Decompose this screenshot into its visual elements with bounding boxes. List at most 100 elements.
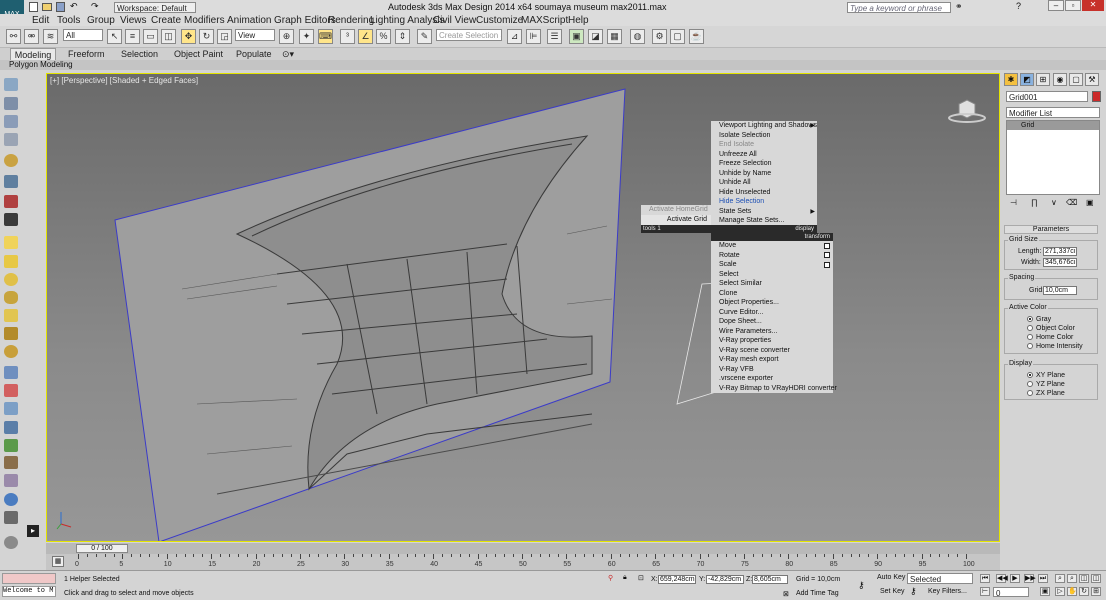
menu-item-unhide-by-name[interactable]: Unhide by Name xyxy=(711,168,817,178)
menu-edit[interactable]: Edit xyxy=(32,15,49,26)
stack-item-grid[interactable]: Grid xyxy=(1007,121,1099,130)
motion-tab-icon[interactable]: ◉ xyxy=(1053,73,1067,86)
radio-object-color[interactable]: Object Color xyxy=(1027,325,1075,333)
cone-icon[interactable] xyxy=(4,309,18,322)
align-icon[interactable]: ⊫ xyxy=(526,29,541,44)
mini-curve-editor-icon[interactable]: ▦ xyxy=(52,556,64,567)
render-sphere-icon[interactable] xyxy=(4,493,18,506)
orbit-icon[interactable]: ↻ xyxy=(1079,587,1089,596)
pan-icon[interactable]: ✋ xyxy=(1067,587,1077,596)
menu-item-unhide-all[interactable]: Unhide All xyxy=(711,178,817,188)
taper-icon[interactable] xyxy=(4,402,18,415)
snaps-toggle-icon[interactable]: ³ xyxy=(340,29,355,44)
make-unique-icon[interactable]: ∨ xyxy=(1051,198,1057,207)
menu-modifiers[interactable]: Modifiers xyxy=(184,15,225,26)
menu-item-select-similar[interactable]: Select Similar xyxy=(711,279,833,289)
maxscript-input[interactable]: Welcome to M xyxy=(2,586,56,597)
menu-item-activate-homegrid[interactable]: Activate HomeGrid xyxy=(641,205,711,215)
pivot-center-icon[interactable]: ⊕ xyxy=(279,29,294,44)
select-by-name-icon[interactable]: ≡ xyxy=(125,29,140,44)
maximize-viewport-icon[interactable]: ⊞ xyxy=(1091,587,1101,596)
cameras-icon[interactable] xyxy=(4,195,18,208)
y-coord-field[interactable]: -42,829cm xyxy=(706,575,744,584)
menu-help[interactable]: Help xyxy=(568,15,589,26)
tab-freeform[interactable]: Freeform xyxy=(68,48,105,60)
menu-item-wire-parameters[interactable]: Wire Parameters... xyxy=(711,326,833,336)
z-coord-field[interactable]: 8,605cm xyxy=(752,575,788,584)
select-scale-icon[interactable]: ◲ xyxy=(217,29,232,44)
select-rotate-icon[interactable]: ↻ xyxy=(199,29,214,44)
geosphere-icon[interactable] xyxy=(4,345,18,358)
sphere-icon[interactable] xyxy=(4,154,18,167)
set-key-button[interactable]: Set Key xyxy=(880,588,906,598)
menu-graph-editors[interactable]: Graph Editors xyxy=(274,15,336,26)
set-key-icon[interactable]: ⚷ xyxy=(910,586,917,597)
zoom-icon[interactable]: ⌕ xyxy=(1055,574,1065,583)
go-to-start-button[interactable]: ⏮ xyxy=(980,574,990,583)
zoom-extents-icon[interactable]: ◫ xyxy=(1079,574,1089,583)
torus-icon[interactable] xyxy=(4,291,18,304)
settings-icon[interactable] xyxy=(4,536,18,549)
menu-item-state-sets[interactable]: State Sets xyxy=(711,206,817,216)
absolute-mode-icon[interactable]: ⊡ xyxy=(638,574,644,582)
modify-tab-icon[interactable]: ◩ xyxy=(1020,73,1034,86)
curve-editor-icon[interactable]: ◪ xyxy=(588,29,603,44)
previous-frame-button[interactable]: ◀◀ xyxy=(996,574,1008,583)
settings-box-icon[interactable] xyxy=(824,243,830,249)
render-setup-icon[interactable]: ⚙ xyxy=(652,29,667,44)
scene-explorer-icon[interactable] xyxy=(4,115,18,128)
ribbon-options-icon[interactable]: ⊙▾ xyxy=(282,48,294,60)
configure-sets-icon[interactable]: ▣ xyxy=(1086,198,1094,207)
menu-item-vray-scene-converter[interactable]: V-Ray scene converter xyxy=(711,345,833,355)
object-color-swatch[interactable] xyxy=(1092,91,1101,102)
pin-stack-icon[interactable]: ⊣ xyxy=(1010,198,1017,207)
close-button[interactable]: ✕ xyxy=(1082,0,1104,11)
zoom-extents-all-icon[interactable]: ◫ xyxy=(1091,574,1101,583)
zoom-all-icon[interactable]: ⌕ xyxy=(1067,574,1077,583)
menu-item-freeze-selection[interactable]: Freeze Selection xyxy=(711,159,817,169)
material-editor-icon[interactable]: ◍ xyxy=(630,29,645,44)
time-config-button[interactable]: ▣ xyxy=(1040,587,1050,596)
selection-lock-icon[interactable]: 🔒︎ xyxy=(623,574,627,582)
selection-filter-dropdown[interactable]: All xyxy=(63,29,103,41)
radio-home-intensity[interactable]: Home Intensity xyxy=(1027,343,1083,351)
settings-box-icon[interactable] xyxy=(824,252,830,258)
display-tab-icon[interactable]: ▢ xyxy=(1069,73,1083,86)
tab-modeling[interactable]: Modeling xyxy=(10,48,56,60)
new-file-icon[interactable] xyxy=(29,2,38,12)
menu-item-clone[interactable]: Clone xyxy=(711,288,833,298)
radio-home-color[interactable]: Home Color xyxy=(1027,334,1073,342)
add-time-tag-icon[interactable]: ⊠ xyxy=(783,590,789,598)
graphite-ribbon-icon[interactable]: ▣ xyxy=(569,29,584,44)
menu-item-select[interactable]: Select xyxy=(711,269,833,279)
bind-space-warp-icon[interactable]: ≋ xyxy=(43,29,58,44)
plant-icon[interactable] xyxy=(4,439,18,452)
minimize-button[interactable]: – xyxy=(1048,0,1064,11)
play-button[interactable]: ▶ xyxy=(1010,574,1020,583)
length-spinner[interactable]: 271,337cı xyxy=(1043,247,1077,256)
layers-icon[interactable] xyxy=(4,97,18,110)
utilities-tab-icon[interactable]: ⚒ xyxy=(1085,73,1099,86)
track-bar[interactable]: 0 5 10 15 20 25 30 35 40 45 50 55 60 65 70 75 80 85 90 95 10… xyxy=(46,554,1000,570)
box-icon[interactable] xyxy=(4,236,18,249)
maxscript-listener[interactable] xyxy=(2,573,56,584)
isolate-toggle-icon[interactable]: ⚲ xyxy=(608,574,613,582)
percent-snap-icon[interactable]: % xyxy=(376,29,391,44)
menu-item-vray-bitmap-converter[interactable]: V-Ray Bitmap to VRayHDRI converter xyxy=(711,383,837,393)
layer-manager-icon[interactable]: ☰ xyxy=(547,29,562,44)
menu-create[interactable]: Create xyxy=(151,15,181,26)
keyboard-shortcut-icon[interactable]: ⌨ xyxy=(318,29,333,44)
menu-rendering[interactable]: Rendering xyxy=(328,15,374,26)
circle-icon[interactable] xyxy=(4,273,18,286)
menu-tools[interactable]: Tools xyxy=(57,15,80,26)
hierarchy-tab-icon[interactable]: ⊞ xyxy=(1036,73,1050,86)
ribbon-panel-label[interactable]: Polygon Modeling xyxy=(0,60,1106,70)
link-icon[interactable]: ⚯ xyxy=(6,29,21,44)
create-tab-icon[interactable]: ✱ xyxy=(1004,73,1018,86)
menu-item-rotate[interactable]: Rotate xyxy=(711,250,833,260)
menu-item-vray-vfb[interactable]: V-Ray VFB xyxy=(711,364,833,374)
rectangular-selection-icon[interactable]: ▭ xyxy=(143,29,158,44)
menu-item-hide-selection[interactable]: Hide Selection xyxy=(711,197,817,207)
render-teapot-icon[interactable]: ☕ xyxy=(689,29,704,44)
unlink-icon[interactable]: ⚮ xyxy=(24,29,39,44)
